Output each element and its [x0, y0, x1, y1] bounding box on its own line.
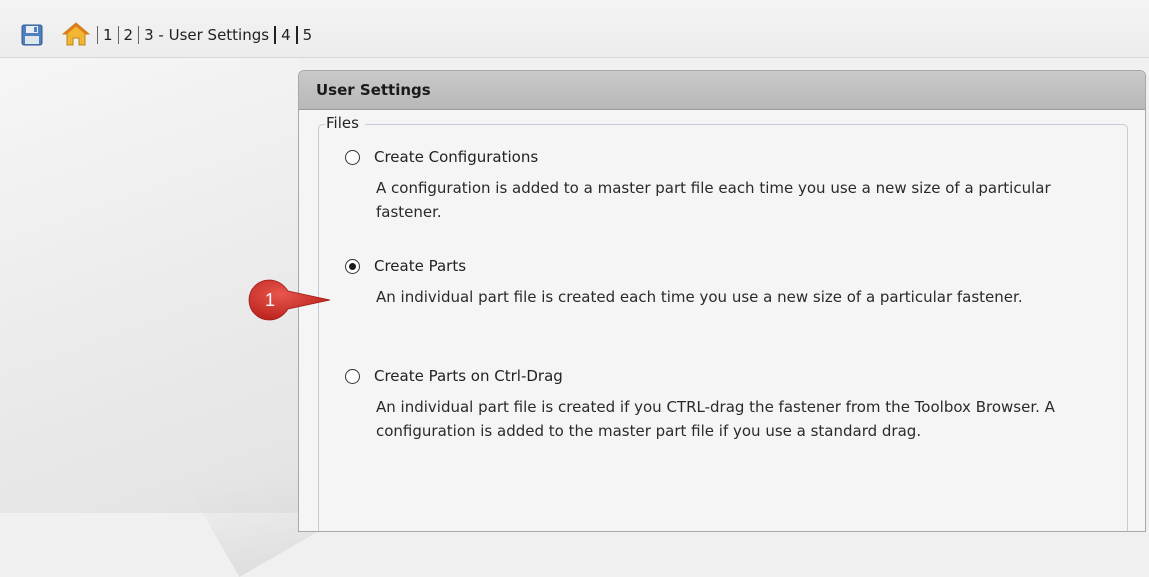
create-configurations-label[interactable]: Create Configurations	[374, 148, 538, 166]
option-create-parts: Create Parts An individual part file is …	[345, 255, 1125, 309]
breadcrumb-step-2[interactable]: 2	[123, 26, 135, 44]
create-parts-ctrl-drag-radio[interactable]	[345, 368, 360, 384]
breadcrumb-separator	[117, 26, 119, 44]
breadcrumb-separator	[138, 26, 140, 44]
create-configurations-description: A configuration is added to a master par…	[376, 179, 1051, 221]
home-icon[interactable]	[62, 22, 90, 46]
callout-number: 1	[264, 289, 275, 310]
create-parts-label[interactable]: Create Parts	[374, 257, 466, 275]
create-parts-ctrl-drag-radio-row[interactable]: Create Parts on Ctrl-Drag	[345, 365, 1125, 387]
breadcrumb-step-4[interactable]: 4	[280, 26, 292, 44]
create-parts-ctrl-drag-description: An individual part file is created if yo…	[376, 398, 1055, 440]
create-configurations-radio[interactable]	[345, 149, 360, 165]
create-parts-radio[interactable]	[345, 258, 360, 274]
breadcrumb: 1 2 3 - User Settings 4 5	[93, 24, 313, 46]
breadcrumb-step-1[interactable]: 1	[102, 26, 114, 44]
top-toolbar: 1 2 3 - User Settings 4 5	[0, 0, 1149, 58]
option-create-parts-on-ctrl-drag: Create Parts on Ctrl-Drag An individual …	[345, 365, 1125, 443]
panel-body: Files Create Configurations A configurat…	[299, 110, 1145, 531]
create-parts-ctrl-drag-label[interactable]: Create Parts on Ctrl-Drag	[374, 367, 563, 385]
option-create-configurations: Create Configurations A configuration is…	[345, 146, 1125, 224]
breadcrumb-step-3[interactable]: 3 - User Settings	[143, 26, 270, 44]
create-parts-description: An individual part file is created each …	[376, 288, 1023, 306]
create-configurations-radio-row[interactable]: Create Configurations	[345, 146, 1125, 168]
user-settings-panel: User Settings Files Create Configuration…	[298, 70, 1146, 532]
create-parts-radio-row[interactable]: Create Parts	[345, 255, 1125, 277]
breadcrumb-separator	[97, 26, 98, 44]
breadcrumb-separator	[295, 26, 298, 44]
breadcrumb-step-5[interactable]: 5	[302, 26, 314, 44]
breadcrumb-separator	[274, 26, 277, 44]
files-group-label: Files	[325, 114, 365, 132]
save-icon[interactable]	[21, 24, 43, 46]
panel-title: User Settings	[299, 71, 1145, 110]
